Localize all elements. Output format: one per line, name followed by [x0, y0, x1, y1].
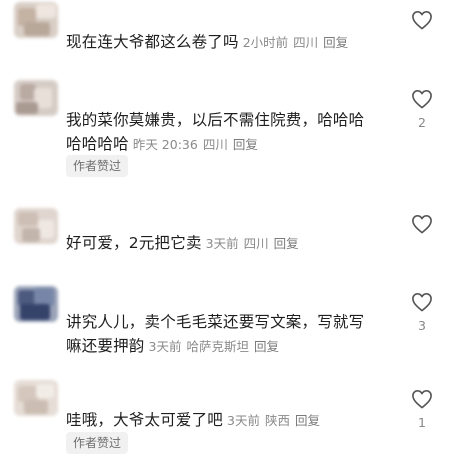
comment-location: 四川: [202, 137, 228, 152]
comment-text: 哇哦，大爷太可爱了吧 3天前 陕西 回复: [66, 408, 391, 433]
comment-item: 好可爱，2元把它卖 3天前 四川 回复: [0, 205, 450, 265]
comment-item: 现在连大爷都这么卷了吗 2小时前 四川 回复: [0, 0, 450, 60]
comment-item: 我的菜你莫嫌贵，以后不需住院费，哈哈哈 哈哈哈哈 昨天 20:36 四川 回复 作者赞…: [0, 75, 450, 185]
heart-outline-icon: [412, 11, 432, 30]
comment-content: 哇哦，大爷太可爱了吧: [66, 411, 224, 429]
comment-time: 2小时前: [242, 35, 289, 50]
heart-outline-icon: [412, 90, 432, 109]
avatar[interactable]: [14, 2, 58, 38]
like-button[interactable]: 3: [409, 292, 435, 334]
avatar[interactable]: [14, 286, 58, 322]
comment-meta: 昨天 20:36 四川 回复: [133, 137, 263, 152]
comment-content-line1: 讲究人儿，卖个毛毛菜还要写文案，写就写: [66, 313, 365, 331]
avatar[interactable]: [14, 208, 58, 244]
comment-content: 好可爱，2元把它卖: [66, 234, 202, 252]
reply-button[interactable]: 回复: [274, 236, 299, 251]
like-count: 1: [418, 415, 426, 430]
comment-time: 3天前: [148, 339, 182, 354]
comment-meta: 3天前 陕西 回复: [227, 413, 325, 428]
author-liked-badge: 作者赞过: [66, 155, 129, 177]
comment-time: 3天前: [227, 413, 260, 428]
reply-button[interactable]: 回复: [295, 413, 320, 428]
like-button[interactable]: [409, 214, 435, 240]
heart-outline-icon: [412, 390, 432, 409]
comment-text: 好可爱，2元把它卖 3天前 四川 回复: [66, 231, 391, 256]
avatar[interactable]: [14, 80, 58, 116]
like-count: 2: [418, 115, 426, 130]
reply-button[interactable]: 回复: [323, 35, 348, 50]
author-liked-badge: 作者赞过: [66, 432, 129, 454]
comment-meta: 3天前 四川 回复: [206, 236, 304, 251]
heart-outline-icon: [412, 215, 432, 234]
reply-button[interactable]: 回复: [254, 339, 279, 354]
comment-text: 讲究人儿，卖个毛毛菜还要写文案，写就写 嘛还要押韵 3天前 哈萨克斯坦 回复: [66, 310, 391, 359]
like-button[interactable]: [409, 10, 435, 36]
reply-button[interactable]: 回复: [233, 137, 258, 152]
comment-content-line2: 哈哈哈哈: [66, 135, 129, 153]
comment-content-line1: 我的菜你莫嫌贵，以后不需住院费，哈哈哈: [66, 111, 365, 129]
comment-location: 四川: [293, 35, 319, 50]
comment-item: 讲究人儿，卖个毛毛菜还要写文案，写就写 嘛还要押韵 3天前 哈萨克斯坦 回复 3: [0, 283, 450, 363]
like-button[interactable]: 1: [409, 389, 435, 431]
comment-content: 现在连大爷都这么卷了吗: [66, 33, 239, 51]
comment-content-line2: 嘛还要押韵: [66, 337, 145, 355]
comment-location: 哈萨克斯坦: [186, 339, 249, 354]
comment-item: 哇哦，大爷太可爱了吧 3天前 陕西 回复 作者赞过 1: [0, 378, 450, 468]
comment-location: 四川: [243, 236, 269, 251]
avatar[interactable]: [14, 380, 58, 416]
like-button[interactable]: 2: [409, 89, 435, 131]
comment-location: 陕西: [264, 413, 290, 428]
comment-meta: 3天前 哈萨克斯坦 回复: [149, 339, 284, 354]
like-count: 3: [418, 318, 426, 333]
comment-time: 昨天 20:36: [132, 137, 198, 152]
comment-text: 现在连大爷都这么卷了吗 2小时前 四川 回复: [66, 30, 391, 55]
comment-time: 3天前: [205, 236, 239, 251]
heart-outline-icon: [412, 293, 432, 312]
comment-meta: 2小时前 四川 回复: [243, 35, 353, 50]
comment-text: 我的菜你莫嫌贵，以后不需住院费，哈哈哈 哈哈哈哈 昨天 20:36 四川 回复: [66, 108, 391, 157]
